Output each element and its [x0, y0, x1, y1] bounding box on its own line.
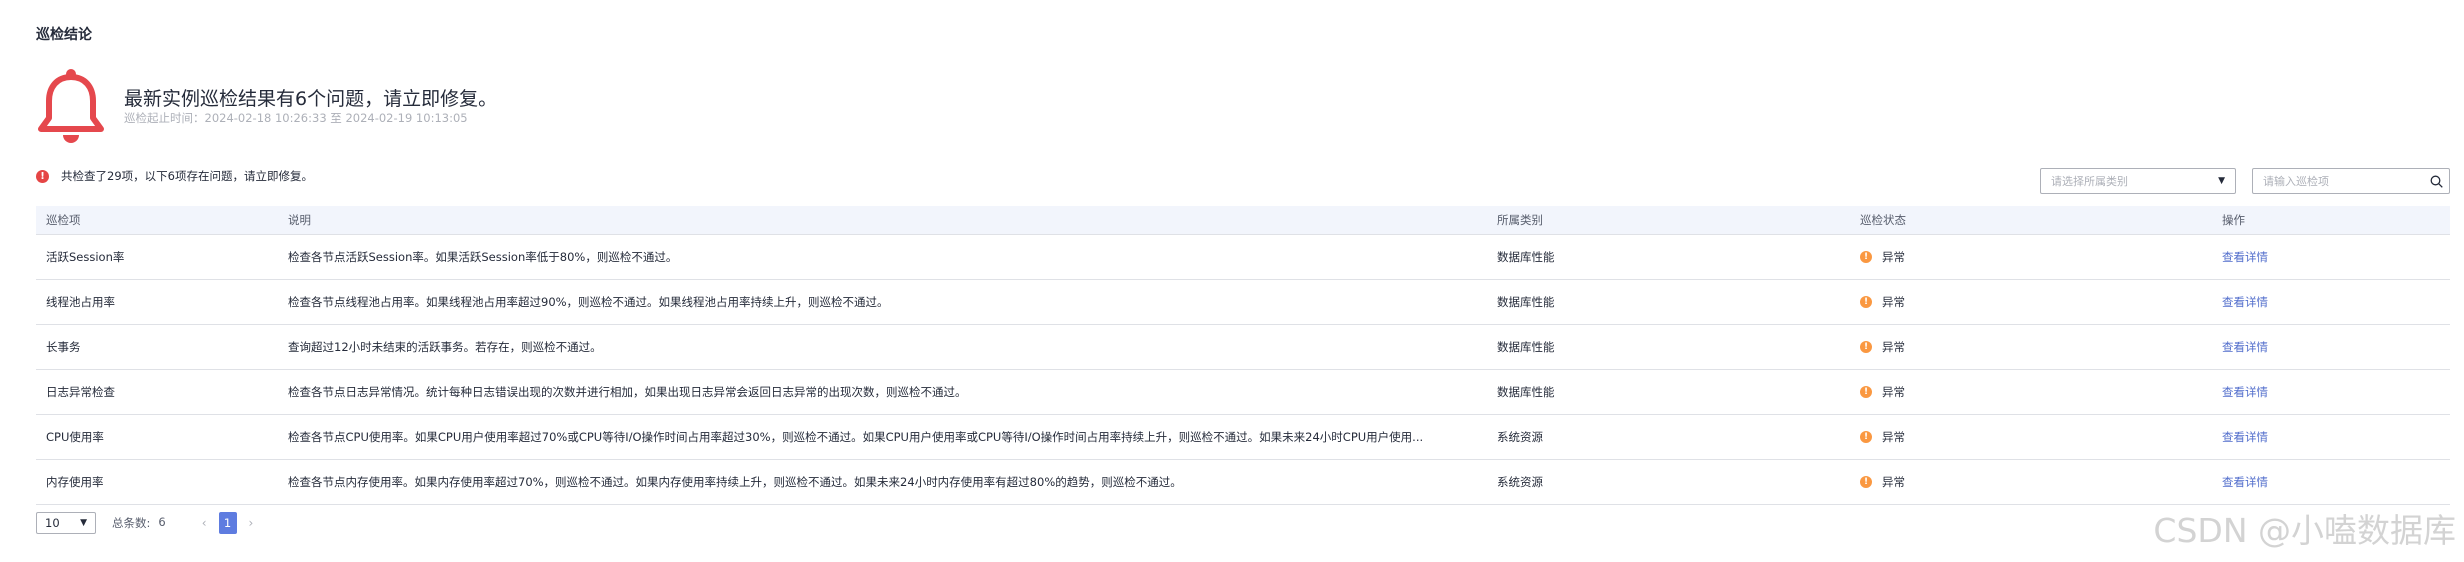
prev-page-icon[interactable]: ‹: [202, 516, 207, 530]
row-description: 查询超过12小时未结束的活跃事务。若存在，则巡检不通过。: [288, 340, 602, 354]
table-header: 巡检项 说明 所属类别 巡检状态 操作: [36, 206, 2450, 235]
search-input[interactable]: [2253, 170, 2423, 192]
total-label: 总条数:: [112, 516, 151, 530]
inspection-notice: ! 共检查了29项，以下6项存在问题，请立即修复。: [36, 168, 313, 184]
status-text: 异常: [1882, 295, 1905, 309]
warning-icon: !: [1860, 296, 1872, 308]
status-text: 异常: [1882, 340, 1905, 354]
row-status: ! 异常: [1850, 294, 2212, 310]
row-category: 数据库性能: [1497, 340, 1555, 354]
caret-down-icon: ▼: [2218, 176, 2225, 186]
next-page-icon[interactable]: ›: [249, 516, 254, 530]
total-count: 总条数: 6: [112, 515, 166, 531]
warning-icon: !: [1860, 341, 1872, 353]
row-category: 数据库性能: [1497, 250, 1555, 264]
row-status: ! 异常: [1850, 249, 2212, 265]
watermark: CSDN @小嗑数据库: [2153, 511, 2456, 550]
row-status: ! 异常: [1850, 429, 2212, 445]
table-row: CPU使用率 检查各节点CPU使用率。如果CPU用户使用率超过70%或CPU等待…: [36, 415, 2450, 460]
row-description: 检查各节点活跃Session率。如果活跃Session率低于80%，则巡检不通过…: [288, 250, 678, 264]
pagination: 10 ▼ 总条数: 6 ‹ 1 ›: [36, 512, 253, 534]
warning-icon: !: [1860, 251, 1872, 263]
warning-icon: !: [1860, 431, 1872, 443]
row-status: ! 异常: [1850, 474, 2212, 490]
row-category: 系统资源: [1497, 430, 1543, 444]
status-text: 异常: [1882, 385, 1905, 399]
bell-icon: [38, 69, 104, 143]
warning-icon: !: [1860, 476, 1872, 488]
row-category: 系统资源: [1497, 475, 1543, 489]
row-description: 检查各节点线程池占用率。如果线程池占用率超过90%，则巡检不通过。如果线程池占用…: [288, 295, 889, 309]
row-item: CPU使用率: [46, 430, 104, 444]
view-details-link[interactable]: 查看详情: [2222, 430, 2268, 444]
category-select-placeholder: 请选择所属类别: [2051, 175, 2128, 188]
summary-headline: 最新实例巡检结果有6个问题，请立即修复。: [124, 88, 498, 110]
view-details-link[interactable]: 查看详情: [2222, 475, 2268, 489]
view-details-link[interactable]: 查看详情: [2222, 340, 2268, 354]
column-header-category: 所属类别: [1497, 213, 1543, 227]
row-description: 检查各节点内存使用率。如果内存使用率超过70%，则巡检不通过。如果内存使用率持续…: [288, 475, 1182, 489]
column-header-action: 操作: [2222, 213, 2245, 227]
table-row: 活跃Session率 检查各节点活跃Session率。如果活跃Session率低…: [36, 235, 2450, 280]
total-value: 6: [158, 515, 166, 529]
page-1-button[interactable]: 1: [218, 512, 237, 534]
table-row: 线程池占用率 检查各节点线程池占用率。如果线程池占用率超过90%，则巡检不通过。…: [36, 280, 2450, 325]
status-text: 异常: [1882, 250, 1905, 264]
error-icon: !: [36, 169, 49, 183]
caret-down-icon: ▼: [80, 518, 87, 528]
column-header-description: 说明: [288, 213, 311, 227]
category-select[interactable]: 请选择所属类别 ▼: [2040, 168, 2236, 194]
row-item: 内存使用率: [46, 475, 104, 489]
table-row: 日志异常检查 检查各节点日志异常情况。统计每种日志错误出现的次数并进行相加，如果…: [36, 370, 2450, 415]
row-status: ! 异常: [1850, 339, 2212, 355]
row-item: 活跃Session率: [46, 250, 125, 264]
view-details-link[interactable]: 查看详情: [2222, 295, 2268, 309]
table-row: 长事务 查询超过12小时未结束的活跃事务。若存在，则巡检不通过。 数据库性能 !…: [36, 325, 2450, 370]
row-description: 检查各节点日志异常情况。统计每种日志错误出现的次数并进行相加，如果出现日志异常会…: [288, 385, 967, 399]
status-text: 异常: [1882, 430, 1905, 444]
page-size-select[interactable]: 10 ▼: [36, 512, 96, 534]
row-status: ! 异常: [1850, 384, 2212, 400]
row-category: 数据库性能: [1497, 295, 1555, 309]
warning-icon: !: [1860, 386, 1872, 398]
notice-text: 共检查了29项，以下6项存在问题，请立即修复。: [61, 169, 313, 183]
search-icon[interactable]: [2423, 169, 2449, 193]
column-header-item: 巡检项: [46, 213, 81, 227]
row-item: 线程池占用率: [46, 295, 115, 309]
row-category: 数据库性能: [1497, 385, 1555, 399]
page-size-value: 10: [45, 516, 60, 530]
view-details-link[interactable]: 查看详情: [2222, 385, 2268, 399]
row-description: 检查各节点CPU使用率。如果CPU用户使用率超过70%或CPU等待I/O操作时间…: [288, 430, 1424, 444]
section-title: 巡检结论: [36, 27, 92, 43]
view-details-link[interactable]: 查看详情: [2222, 250, 2268, 264]
inspection-table: 巡检项 说明 所属类别 巡检状态 操作 活跃Session率 检查各节点活跃Se…: [36, 206, 2450, 505]
table-row: 内存使用率 检查各节点内存使用率。如果内存使用率超过70%，则巡检不通过。如果内…: [36, 460, 2450, 505]
inspection-time-range: 巡检起止时间：2024-02-18 10:26:33 至 2024-02-19 …: [124, 111, 468, 125]
status-text: 异常: [1882, 475, 1905, 489]
search-box: [2252, 168, 2450, 194]
row-item: 日志异常检查: [46, 385, 115, 399]
column-header-status: 巡检状态: [1860, 213, 1906, 227]
row-item: 长事务: [46, 340, 81, 354]
